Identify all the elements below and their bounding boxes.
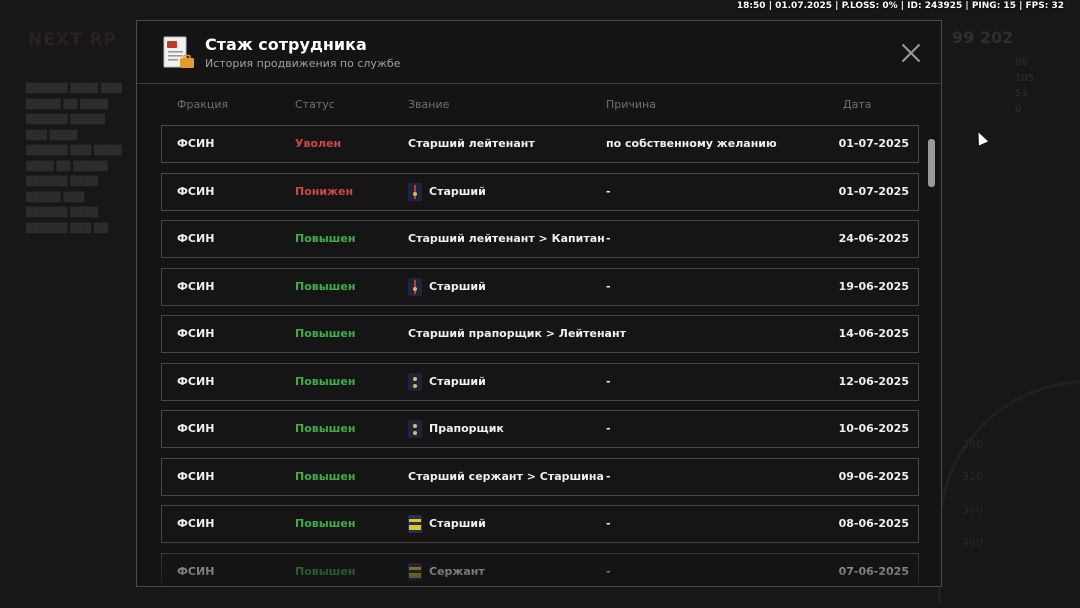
row-date: 19-06-2025 [838,279,909,293]
row-faction: ФСИН [177,422,215,435]
row-reason: - [606,279,611,293]
row-date: 07-06-2025 [838,564,909,578]
row-reason: - [606,469,611,483]
row-status: Повышен [295,374,356,388]
row-rank: Прапорщик [429,422,504,435]
row-rank-cell: Старший лейтенант [408,126,535,162]
modal-subtitle: История продвижения по службе [205,57,401,70]
row-reason: - [606,232,611,245]
row-reason: - [606,184,611,198]
row-faction: ФСИН [177,184,215,198]
row-status: Повышен [295,517,356,530]
column-header-reason: Причина [606,98,656,111]
row-date: 01-07-2025 [838,137,909,150]
row-rank-cell: Сержант [408,554,485,587]
table-row: ФСИН Повышен Старший прапорщик > Лейтенант… [161,315,919,353]
row-rank-cell: Старший [408,364,486,400]
row-rank-cell: Старший сержант > Старшина [408,459,604,495]
row-status: Повышен [295,327,356,340]
row-rank: Старший сержант > Старшина [408,469,604,483]
rank-shoulder-strap-icon [408,515,422,533]
row-rank-cell: Прапорщик [408,411,504,447]
row-rank-cell: Старший [408,269,486,305]
row-faction: ФСИН [177,232,215,245]
row-date: 01-07-2025 [838,184,909,198]
row-rank: Старший [429,184,486,198]
table-row: ФСИН Повышен Старший - 19-06-2025 [161,267,919,306]
service-history-modal: Стаж сотрудника История продвижения по с… [136,20,942,587]
row-faction: ФСИН [177,327,215,340]
row-reason: по собственному желанию [606,137,777,150]
scrollbar[interactable] [928,139,936,579]
row-rank-cell: Старший прапорщик > Лейтенант [408,316,626,352]
table-row: ФСИН Повышен Прапорщик - 10-06-2025 [161,410,919,448]
row-faction: ФСИН [177,374,215,388]
row-status: Повышен [295,422,356,435]
row-rank: Старший лейтенант [408,137,535,150]
rank-shoulder-strap-icon [408,562,422,581]
row-reason: - [606,374,611,388]
row-faction: ФСИН [177,279,215,293]
row-rank-cell: Старший [408,174,486,210]
table-row: ФСИН Уволен Старший лейтенант по собственно… [161,125,919,163]
row-reason: - [606,564,611,578]
row-status: Понижен [295,184,354,198]
close-icon[interactable] [901,43,921,63]
rank-shoulder-strap-icon [408,277,422,296]
row-rank-cell: Старший лейтенант > Капитан [408,221,605,257]
rank-shoulder-strap-icon [408,420,422,438]
rank-shoulder-strap-icon [408,372,422,391]
row-date: 08-06-2025 [838,517,909,530]
row-rank: Старший лейтенант > Капитан [408,232,605,245]
table-row: ФСИН Повышен Сержант - 07-06-2025 [161,552,919,587]
row-status: Повышен [295,469,356,483]
column-header-rank: Звание [408,98,450,111]
row-reason: - [606,517,611,530]
rank-shoulder-strap-icon [408,182,422,201]
column-header-status: Статус [295,98,335,111]
row-rank: Старший [429,279,486,293]
row-faction: ФСИН [177,517,215,530]
row-faction: ФСИН [177,137,215,150]
column-header-date: Дата [843,98,872,111]
row-faction: ФСИН [177,564,215,578]
table-row: ФСИН Повышен Старший лейтенант > Капитан - 2… [161,220,919,258]
row-date: 09-06-2025 [838,469,909,483]
row-rank: Старший [429,374,486,388]
row-faction: ФСИН [177,469,215,483]
row-status: Повышен [295,564,356,578]
table-row: ФСИН Понижен Старший - 01-07-2025 [161,172,919,211]
row-status: Повышен [295,279,356,293]
row-rank-cell: Старший [408,506,486,542]
table-row: ФСИН Повышен Старший - 08-06-2025 [161,505,919,543]
row-rank: Старший [429,517,486,530]
modal-header: Стаж сотрудника История продвижения по с… [137,21,941,84]
table-row: ФСИН Повышен Старший - 12-06-2025 [161,362,919,401]
row-date: 14-06-2025 [838,327,909,340]
modal-title: Стаж сотрудника [205,35,367,54]
row-date: 12-06-2025 [838,374,909,388]
row-status: Уволен [295,137,342,150]
table-row: ФСИН Повышен Старший сержант > Старшина - 09… [161,457,919,496]
column-header-faction: Фракция [177,98,229,111]
row-rank: Старший прапорщик > Лейтенант [408,327,626,340]
row-status: Повышен [295,232,356,245]
hud-stats-line: 18:50 | 01.07.2025 | P.LOSS: 0% | ID: 24… [736,1,1064,11]
row-reason: - [606,422,611,435]
scrollbar-thumb[interactable] [928,139,935,187]
row-rank: Сержант [429,564,485,578]
document-briefcase-icon [163,36,194,68]
row-date: 10-06-2025 [838,422,909,435]
row-date: 24-06-2025 [838,232,909,245]
row-reason: - [606,327,611,340]
